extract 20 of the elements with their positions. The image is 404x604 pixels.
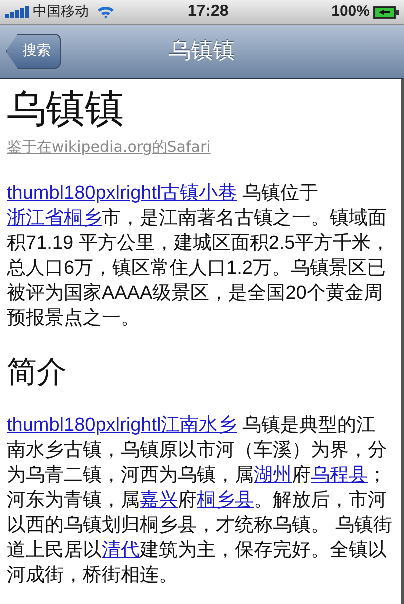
article-link[interactable]: 乌程县	[311, 464, 368, 486]
battery-icon	[372, 6, 399, 18]
article-link[interactable]: thumbl180pxlrightl古镇小巷	[7, 182, 238, 204]
signal-icon	[5, 6, 31, 18]
article-paragraph: thumbl180pxlrightl古镇小巷 乌镇位于 浙江省桐乡市，是江南著名古镇之一。镇域面积71.19 平方公里，建城区面积2.5平方千米，总人口6万，镇区常住人口1.2万。乌镇景区已被评为国家AAAA级景区，是全国20个黄金周预报景点之一。	[7, 182, 392, 330]
wifi-icon	[97, 5, 115, 19]
article-link[interactable]: 浙江省桐乡	[7, 208, 102, 228]
section-heading: 简介	[7, 354, 68, 390]
article-link[interactable]: thumbl180pxlrightl江南水乡	[7, 414, 238, 436]
back-button[interactable]: 搜索	[6, 34, 61, 69]
carrier-name: 中国移动	[33, 2, 89, 22]
nav-title: 乌镇镇	[169, 38, 235, 66]
article-link[interactable]: 桐乡县	[197, 490, 254, 510]
article-link[interactable]: 清代	[102, 540, 140, 560]
status-time: 17:28	[188, 2, 230, 22]
article-paragraph: thumbl180pxlrightl江南水乡 乌镇是典型的江南水乡古镇，乌镇原以市河（车溪）为界，分为乌青二镇，河西为乌镇，属湖州府乌程县；河东为青镇，属嘉兴府桐乡县。解放后，市河以西的乌镇划归桐乡县，才统称乌镇。 乌镇街道上民居以清代建筑为主，保存完好。全镇以河成街，桥街相连。	[7, 414, 394, 588]
article-link[interactable]: 湖州	[254, 464, 292, 486]
article-link[interactable]: 嘉兴	[140, 490, 178, 510]
battery-percent: 100%	[332, 2, 370, 22]
article-title: 乌镇镇	[7, 86, 125, 134]
